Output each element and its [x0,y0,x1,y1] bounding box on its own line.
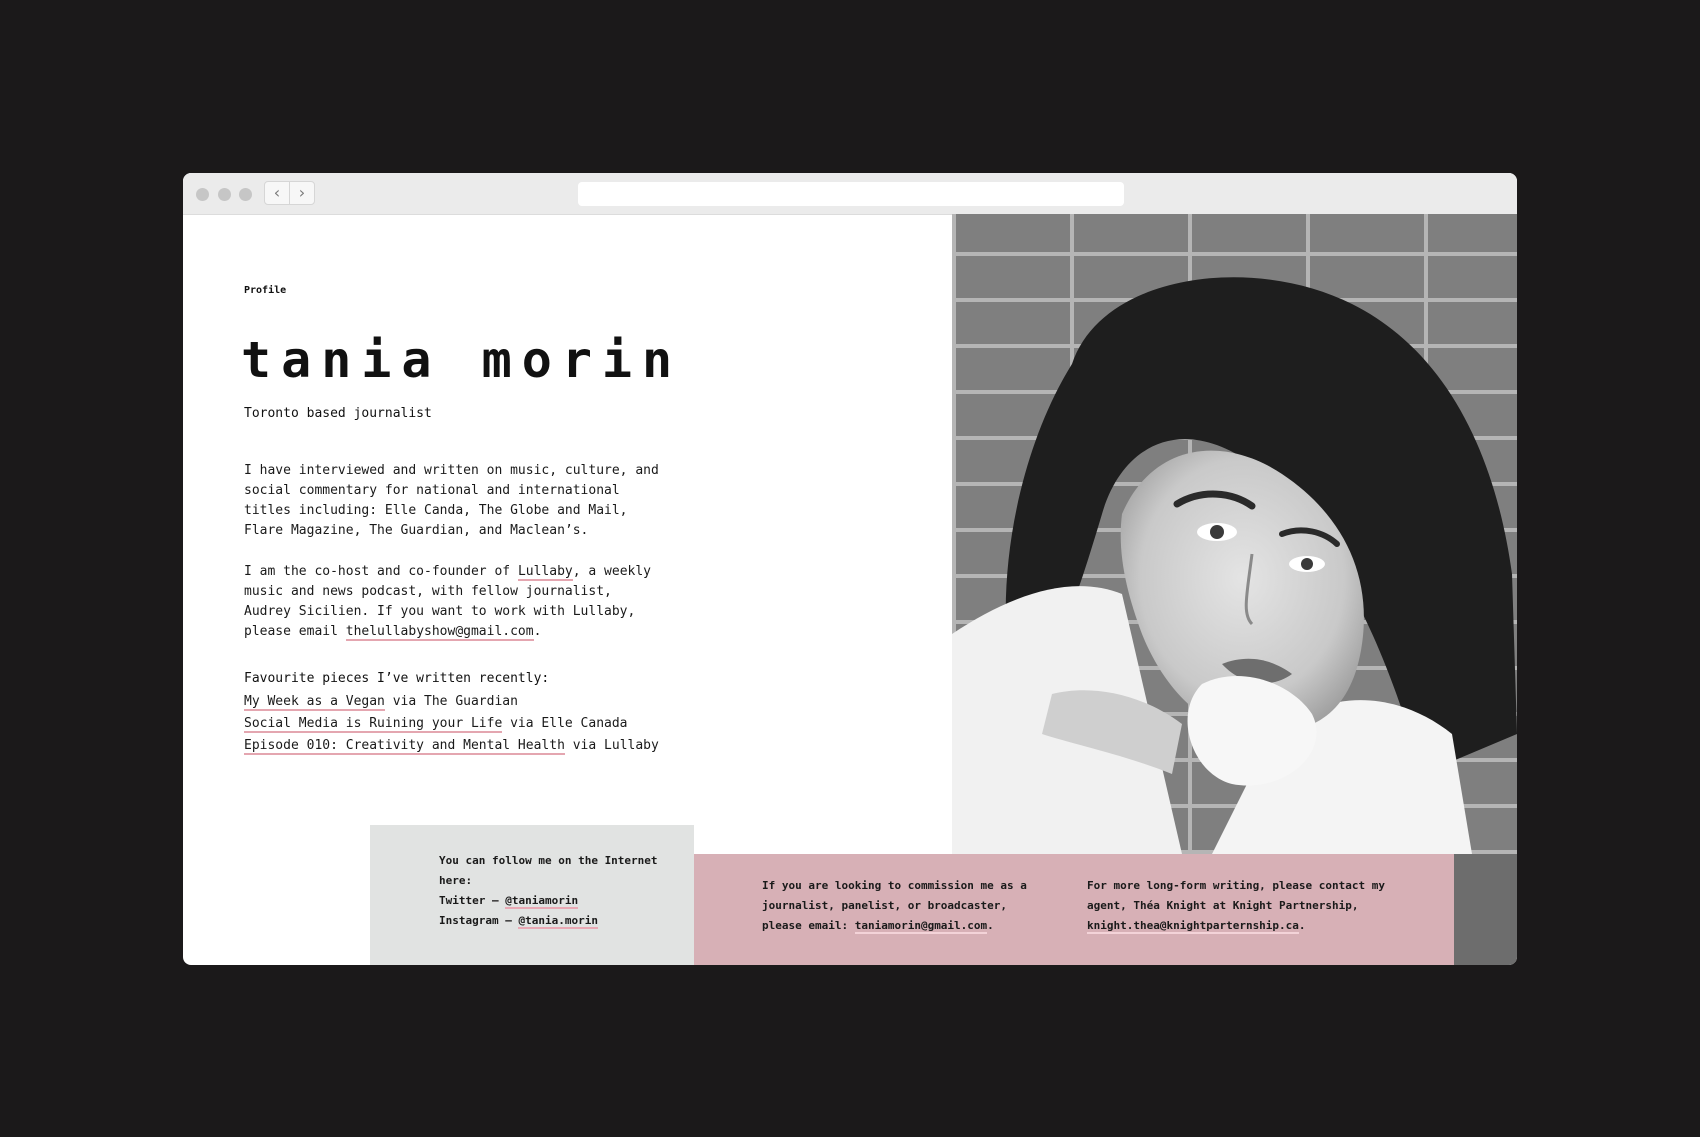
window-close-button[interactable] [196,188,209,201]
social-links-panel: You can follow me on the Internet here: … [370,825,694,965]
agent-contact: For more long-form writing, please conta… [1087,876,1407,936]
portrait-photo [952,214,1517,854]
window-zoom-button[interactable] [239,188,252,201]
bio-paragraph: I have interviewed and written on music,… [244,463,659,538]
section-label: Profile [244,285,287,296]
list-item: Episode 010: Creativity and Mental Healt… [244,735,704,757]
window-minimize-button[interactable] [218,188,231,201]
list-item: Social Media is Ruining your Life via El… [244,713,704,735]
article-link[interactable]: Social Media is Ruining your Life [244,716,503,733]
article-source: via The Guardian [384,694,518,709]
lullaby-email-link[interactable]: thelullabyshow@gmail.com [345,624,534,641]
photo-edge [1454,854,1517,965]
bio-paragraph-lullaby: I am the co-host and co-founder of Lulla… [244,562,664,642]
commission-after: . [987,919,994,932]
favourites-list: My Week as a Vegan via The Guardian Soci… [244,691,704,757]
instagram-label: Instagram — [439,914,519,927]
chevron-right-icon: › [298,183,306,202]
social-intro: You can follow me on the Internet here: [439,854,658,887]
bio-text: I am the co-host and co-founder of [244,564,518,579]
commission-contact: If you are looking to commission me as a… [762,876,1052,936]
lullaby-link[interactable]: Lullaby [517,564,573,581]
page-title: tania morin [241,331,683,389]
tagline: Toronto based journalist [244,406,432,421]
chevron-left-icon: ‹ [273,183,281,202]
article-link[interactable]: My Week as a Vegan [244,694,385,711]
twitter-link[interactable]: @taniamorin [505,894,579,909]
list-item: My Week as a Vegan via The Guardian [244,691,704,713]
bio-text: . [533,624,542,639]
instagram-row: Instagram — @tania.morin [439,911,679,931]
article-source: via Lullaby [564,738,659,753]
forward-button[interactable]: › [289,181,315,205]
instagram-link[interactable]: @tania.morin [518,914,598,929]
back-button[interactable]: ‹ [264,181,290,205]
browser-window: ‹ › Profile tania morin Toronto based jo… [183,173,1517,965]
agent-after: . [1298,919,1306,932]
agent-text: For more long-form writing, please conta… [1087,879,1386,912]
commission-email-link[interactable]: taniamorin@gmail.com [854,919,988,934]
agent-email-link[interactable]: knight.thea@knightparternship.ca [1087,919,1299,934]
social-links: You can follow me on the Internet here: … [439,851,679,931]
portrait-illustration [952,277,1517,854]
page-content: Profile tania morin Toronto based journa… [183,214,1517,965]
address-bar[interactable] [578,182,1124,206]
browser-toolbar: ‹ › [183,173,1517,215]
twitter-label: Twitter — [439,894,506,907]
article-source: via Elle Canada [502,716,628,731]
twitter-row: Twitter — @taniamorin [439,891,679,911]
article-link[interactable]: Episode 010: Creativity and Mental Healt… [244,738,565,755]
contact-panel: If you are looking to commission me as a… [694,854,1454,965]
favourites-heading: Favourite pieces I’ve written recently: [244,671,550,686]
